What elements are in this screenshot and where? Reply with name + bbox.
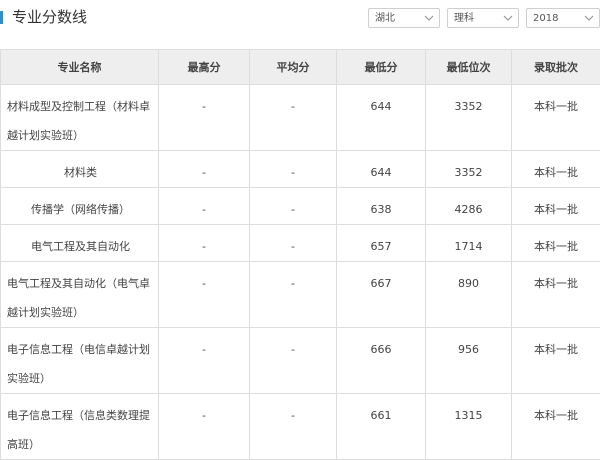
max-score: - [159, 262, 250, 328]
chevron-down-icon [584, 12, 594, 24]
score-table: 专业名称 最高分 平均分 最低分 最低位次 录取批次 材料成型及控制工程（材料卓… [0, 49, 600, 460]
avg-score: - [250, 394, 337, 460]
max-score: - [159, 394, 250, 460]
min-score: 644 [337, 85, 426, 151]
admission-batch: 本科一批 [512, 225, 600, 262]
avg-score: - [250, 328, 337, 394]
avg-score: - [250, 85, 337, 151]
column-header-min-rank: 最低位次 [426, 50, 512, 85]
title-accent-bar [0, 11, 3, 24]
min-score: 638 [337, 188, 426, 225]
page-header: 专业分数线 湖北 理科 2018 [0, 0, 600, 38]
max-score: - [159, 151, 250, 188]
max-score: - [159, 188, 250, 225]
province-select[interactable]: 湖北 [368, 8, 440, 28]
major-name: 电子信息工程（电信卓越计划实验班） [1, 328, 159, 394]
avg-score: - [250, 188, 337, 225]
province-select-value: 湖北 [375, 12, 395, 25]
min-rank: 1714 [426, 225, 512, 262]
table-row: 材料类 - - 644 3352 本科一批 [1, 151, 600, 188]
admission-batch: 本科一批 [512, 262, 600, 328]
min-rank: 4286 [426, 188, 512, 225]
table-row: 材料成型及控制工程（材料卓越计划实验班） - - 644 3352 本科一批 [1, 85, 600, 151]
major-name: 材料成型及控制工程（材料卓越计划实验班） [1, 85, 159, 151]
subject-select-value: 理科 [454, 12, 474, 25]
min-score: 667 [337, 262, 426, 328]
admission-batch: 本科一批 [512, 151, 600, 188]
min-rank: 1315 [426, 394, 512, 460]
max-score: - [159, 328, 250, 394]
max-score: - [159, 85, 250, 151]
major-name: 材料类 [1, 151, 159, 188]
column-header-min-score: 最低分 [337, 50, 426, 85]
table-row: 电气工程及其自动化（电气卓越计划实验班） - - 667 890 本科一批 [1, 262, 600, 328]
table-row: 传播学（网络传播） - - 638 4286 本科一批 [1, 188, 600, 225]
year-select-value: 2018 [533, 12, 558, 25]
chevron-down-icon [503, 12, 513, 24]
max-score: - [159, 225, 250, 262]
min-rank: 3352 [426, 85, 512, 151]
min-score: 666 [337, 328, 426, 394]
page-title: 专业分数线 [12, 6, 87, 28]
min-rank: 956 [426, 328, 512, 394]
admission-batch: 本科一批 [512, 188, 600, 225]
table-row: 电气工程及其自动化 - - 657 1714 本科一批 [1, 225, 600, 262]
admission-batch: 本科一批 [512, 394, 600, 460]
table-header-row: 专业名称 最高分 平均分 最低分 最低位次 录取批次 [1, 50, 600, 85]
chevron-down-icon [424, 12, 434, 24]
admission-batch: 本科一批 [512, 328, 600, 394]
table-row: 电子信息工程（信息类数理提高班） - - 661 1315 本科一批 [1, 394, 600, 460]
column-header-batch: 录取批次 [512, 50, 600, 85]
major-name: 电气工程及其自动化（电气卓越计划实验班） [1, 262, 159, 328]
min-score: 644 [337, 151, 426, 188]
avg-score: - [250, 225, 337, 262]
column-header-max-score: 最高分 [159, 50, 250, 85]
major-name: 电子信息工程（信息类数理提高班） [1, 394, 159, 460]
avg-score: - [250, 262, 337, 328]
min-rank: 890 [426, 262, 512, 328]
table-row: 电子信息工程（电信卓越计划实验班） - - 666 956 本科一批 [1, 328, 600, 394]
avg-score: - [250, 151, 337, 188]
column-header-major: 专业名称 [1, 50, 159, 85]
year-select[interactable]: 2018 [526, 8, 600, 28]
column-header-avg-score: 平均分 [250, 50, 337, 85]
admission-batch: 本科一批 [512, 85, 600, 151]
min-score: 661 [337, 394, 426, 460]
subject-select[interactable]: 理科 [447, 8, 519, 28]
major-name: 电气工程及其自动化 [1, 225, 159, 262]
min-score: 657 [337, 225, 426, 262]
min-rank: 3352 [426, 151, 512, 188]
major-name: 传播学（网络传播） [1, 188, 159, 225]
